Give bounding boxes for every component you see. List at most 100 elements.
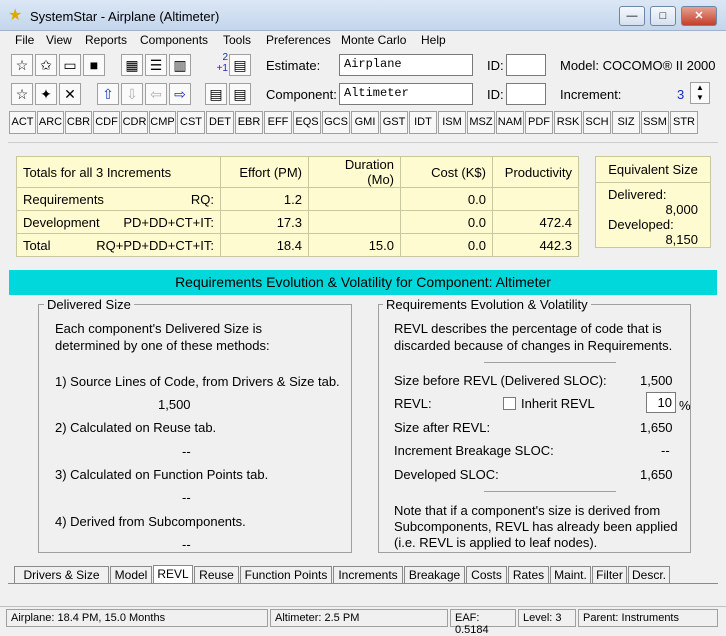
attr-button-cbr[interactable]: CBR: [65, 111, 92, 134]
method-1-text: 1) Source Lines of Code, from Drivers & …: [55, 374, 340, 389]
inherit-revl-checkbox[interactable]: [503, 397, 516, 410]
tab-revl[interactable]: REVL: [153, 565, 193, 584]
arrow-right-icon[interactable]: ⇨: [169, 83, 191, 105]
totals-title: Totals for all 3 Increments: [16, 156, 221, 188]
attr-button-ebr[interactable]: EBR: [235, 111, 263, 134]
menu-file[interactable]: File: [15, 33, 34, 47]
revl-input[interactable]: 10: [646, 392, 676, 413]
attr-button-rsk[interactable]: RSK: [554, 111, 582, 134]
increment-spinner[interactable]: ▲ ▼: [690, 82, 710, 104]
component-id-label: ID:: [487, 87, 504, 102]
close-button[interactable]: ✕: [681, 6, 717, 26]
attr-button-gst[interactable]: GST: [380, 111, 408, 134]
equivalent-size-box: Equivalent Size Delivered: 8,000 Develop…: [595, 156, 711, 248]
add-subcomponent-icon[interactable]: ✦: [35, 83, 57, 105]
star-outline-icon[interactable]: ☆: [11, 83, 33, 105]
productivity-header: Productivity: [492, 156, 579, 188]
size-before-value: 1,500: [640, 373, 673, 388]
revl-intro-2: discarded because of changes in Requirem…: [394, 338, 673, 353]
arrow-left-icon[interactable]: ⇦: [145, 83, 167, 105]
menu-help[interactable]: Help: [421, 33, 446, 47]
attr-button-act[interactable]: ACT: [9, 111, 36, 134]
attr-button-arc[interactable]: ARC: [37, 111, 64, 134]
tab-costs[interactable]: Costs: [466, 566, 507, 583]
tab-breakage[interactable]: Breakage: [404, 566, 465, 583]
new-component-star-icon[interactable]: ✩: [35, 54, 57, 76]
method-3-text: 3) Calculated on Function Points tab.: [55, 467, 269, 482]
save-disk-icon[interactable]: ■: [83, 54, 105, 76]
menu-tools[interactable]: Tools: [223, 33, 251, 47]
revl-divider: [484, 362, 616, 363]
section-title: Requirements Evolution & Volatility for …: [9, 270, 717, 295]
attr-button-cdf[interactable]: CDF: [93, 111, 120, 134]
developed-value: 8,150: [665, 232, 698, 247]
menu-components[interactable]: Components: [140, 33, 208, 47]
attr-button-ssm[interactable]: SSM: [641, 111, 669, 134]
report-icon[interactable]: ▤: [229, 54, 251, 76]
component-field[interactable]: Altimeter: [339, 83, 473, 105]
menu-view[interactable]: View: [46, 33, 72, 47]
delete-x-icon[interactable]: ✕: [59, 83, 81, 105]
tab-increments[interactable]: Increments: [333, 566, 403, 583]
menu-reports[interactable]: Reports: [85, 33, 127, 47]
attr-button-cdr[interactable]: CDR: [121, 111, 148, 134]
arrow-down-icon[interactable]: ⇩: [121, 83, 143, 105]
method-4-text: 4) Derived from Subcomponents.: [55, 514, 246, 529]
attr-button-str[interactable]: STR: [670, 111, 698, 134]
attr-button-siz[interactable]: SIZ: [612, 111, 640, 134]
attr-button-eqs[interactable]: EQS: [293, 111, 321, 134]
estimate-field[interactable]: Airplane: [339, 54, 473, 76]
estimate-id-field[interactable]: [506, 54, 546, 76]
attr-button-nam[interactable]: NAM: [496, 111, 524, 134]
tab-filter[interactable]: Filter: [592, 566, 627, 583]
duration-header: Duration (Mo): [308, 156, 401, 188]
document-list-icon[interactable]: ▤: [229, 83, 251, 105]
revl-percent: %: [679, 398, 691, 413]
attr-button-msz[interactable]: MSZ: [467, 111, 495, 134]
effort-cell: 17.3: [220, 210, 309, 234]
maximize-button[interactable]: □: [650, 6, 676, 26]
increment-badge[interactable]: 2 +1: [204, 52, 228, 76]
menu-preferences[interactable]: Preferences: [266, 33, 331, 47]
effort-cell: 1.2: [220, 187, 309, 211]
menu-monte-carlo[interactable]: Monte Carlo: [341, 33, 406, 47]
table-view-icon[interactable]: ▦: [121, 54, 143, 76]
method-2-text: 2) Calculated on Reuse tab.: [55, 420, 217, 435]
tab-drivers-size[interactable]: Drivers & Size: [14, 566, 109, 583]
productivity-cell: 472.4: [492, 210, 579, 234]
minimize-button[interactable]: —: [619, 6, 645, 26]
attr-button-cst[interactable]: CST: [177, 111, 205, 134]
arrow-up-icon[interactable]: ⇧: [97, 83, 119, 105]
tab-rates[interactable]: Rates: [508, 566, 549, 583]
attr-button-sch[interactable]: SCH: [583, 111, 611, 134]
developed-sloc-label: Developed SLOC:: [394, 467, 499, 482]
document-icon[interactable]: ▤: [205, 83, 227, 105]
attr-button-eff[interactable]: EFF: [264, 111, 292, 134]
size-after-label: Size after REVL:: [394, 420, 491, 435]
totals-row: Requirements RQ: 1.2 0.0: [16, 187, 579, 211]
row-name: Requirements: [23, 191, 104, 207]
tab-function-points[interactable]: Function Points: [240, 566, 332, 583]
tab-maint[interactable]: Maint.: [550, 566, 591, 583]
menu-bar: File View Reports Components Tools Prefe…: [0, 31, 726, 49]
new-estimate-star-icon[interactable]: ☆: [11, 54, 33, 76]
attr-button-ism[interactable]: ISM: [438, 111, 466, 134]
totals-table: Totals for all 3 Increments Effort (PM) …: [16, 156, 579, 257]
attr-button-gcs[interactable]: GCS: [322, 111, 350, 134]
attr-button-pdf[interactable]: PDF: [525, 111, 553, 134]
tab-model[interactable]: Model: [110, 566, 152, 583]
delivered-size-intro-1: Each component's Delivered Size is: [55, 321, 262, 336]
attr-button-gmi[interactable]: GMI: [351, 111, 379, 134]
list-view-icon[interactable]: ☰: [145, 54, 167, 76]
component-id-field[interactable]: [506, 83, 546, 105]
tab-reuse[interactable]: Reuse: [194, 566, 239, 583]
open-folder-icon[interactable]: ▭: [59, 54, 81, 76]
developed-label: Developed:: [608, 217, 674, 232]
estimate-id-label: ID:: [487, 58, 504, 73]
attr-button-det[interactable]: DET: [206, 111, 234, 134]
attr-button-idt[interactable]: IDT: [409, 111, 437, 134]
window-title: SystemStar - Airplane (Altimeter): [30, 9, 220, 24]
tab-descr[interactable]: Descr.: [628, 566, 670, 583]
attr-button-cmp[interactable]: CMP: [149, 111, 176, 134]
panel-view-icon[interactable]: ▥: [169, 54, 191, 76]
